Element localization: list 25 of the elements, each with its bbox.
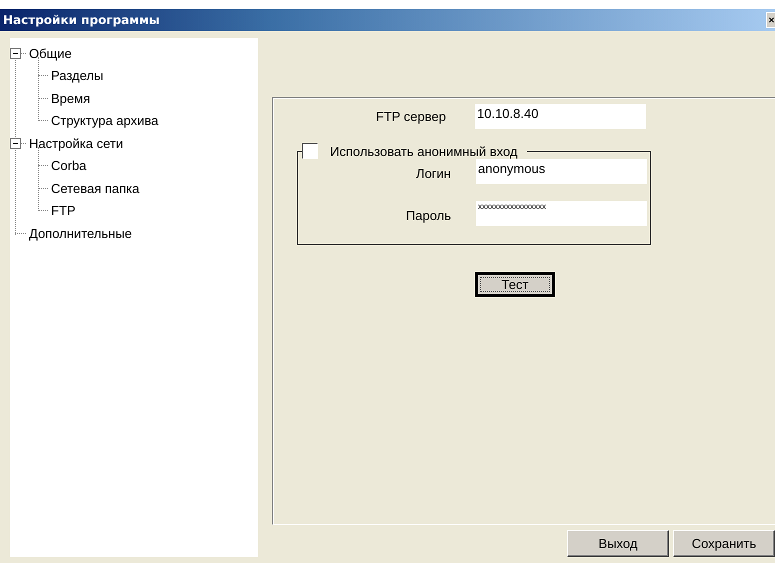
tree-item[interactable]: Настройка сети (29, 136, 124, 151)
tree-item[interactable]: Общие (29, 46, 72, 61)
tree-item[interactable]: Дополнительные (29, 226, 132, 241)
collapse-icon[interactable] (10, 138, 21, 149)
field-label: Пароль (404, 208, 451, 222)
tree-item[interactable]: Сетевая папка (51, 180, 140, 196)
dialog-button[interactable]: Выход (567, 530, 669, 557)
tree-item[interactable]: Corba (51, 158, 86, 174)
tree-item[interactable]: Разделы (51, 68, 104, 84)
input-field[interactable]: 10.10.8.40 (475, 104, 646, 129)
tree-item[interactable]: FTP (51, 203, 76, 218)
window-title: Настройки программы (2, 13, 160, 27)
close-button[interactable] (766, 12, 775, 28)
test-button[interactable]: Тест (475, 272, 555, 297)
tree-item[interactable]: Время (51, 90, 90, 106)
collapse-icon[interactable] (10, 48, 21, 59)
tree-item[interactable]: Структура архива (51, 113, 158, 128)
field-label: Логин (415, 166, 451, 180)
input-field[interactable]: xxxxxxxxxxxxxxxxx (476, 201, 647, 226)
checkbox-label: Использовать анонимный вход (330, 144, 518, 158)
checkbox[interactable] (302, 143, 318, 159)
field-label: FTP сервер (374, 109, 446, 124)
close-icon (768, 15, 775, 25)
dialog-button[interactable]: Сохранить (673, 530, 775, 557)
input-field[interactable]: anonymous (476, 159, 647, 184)
